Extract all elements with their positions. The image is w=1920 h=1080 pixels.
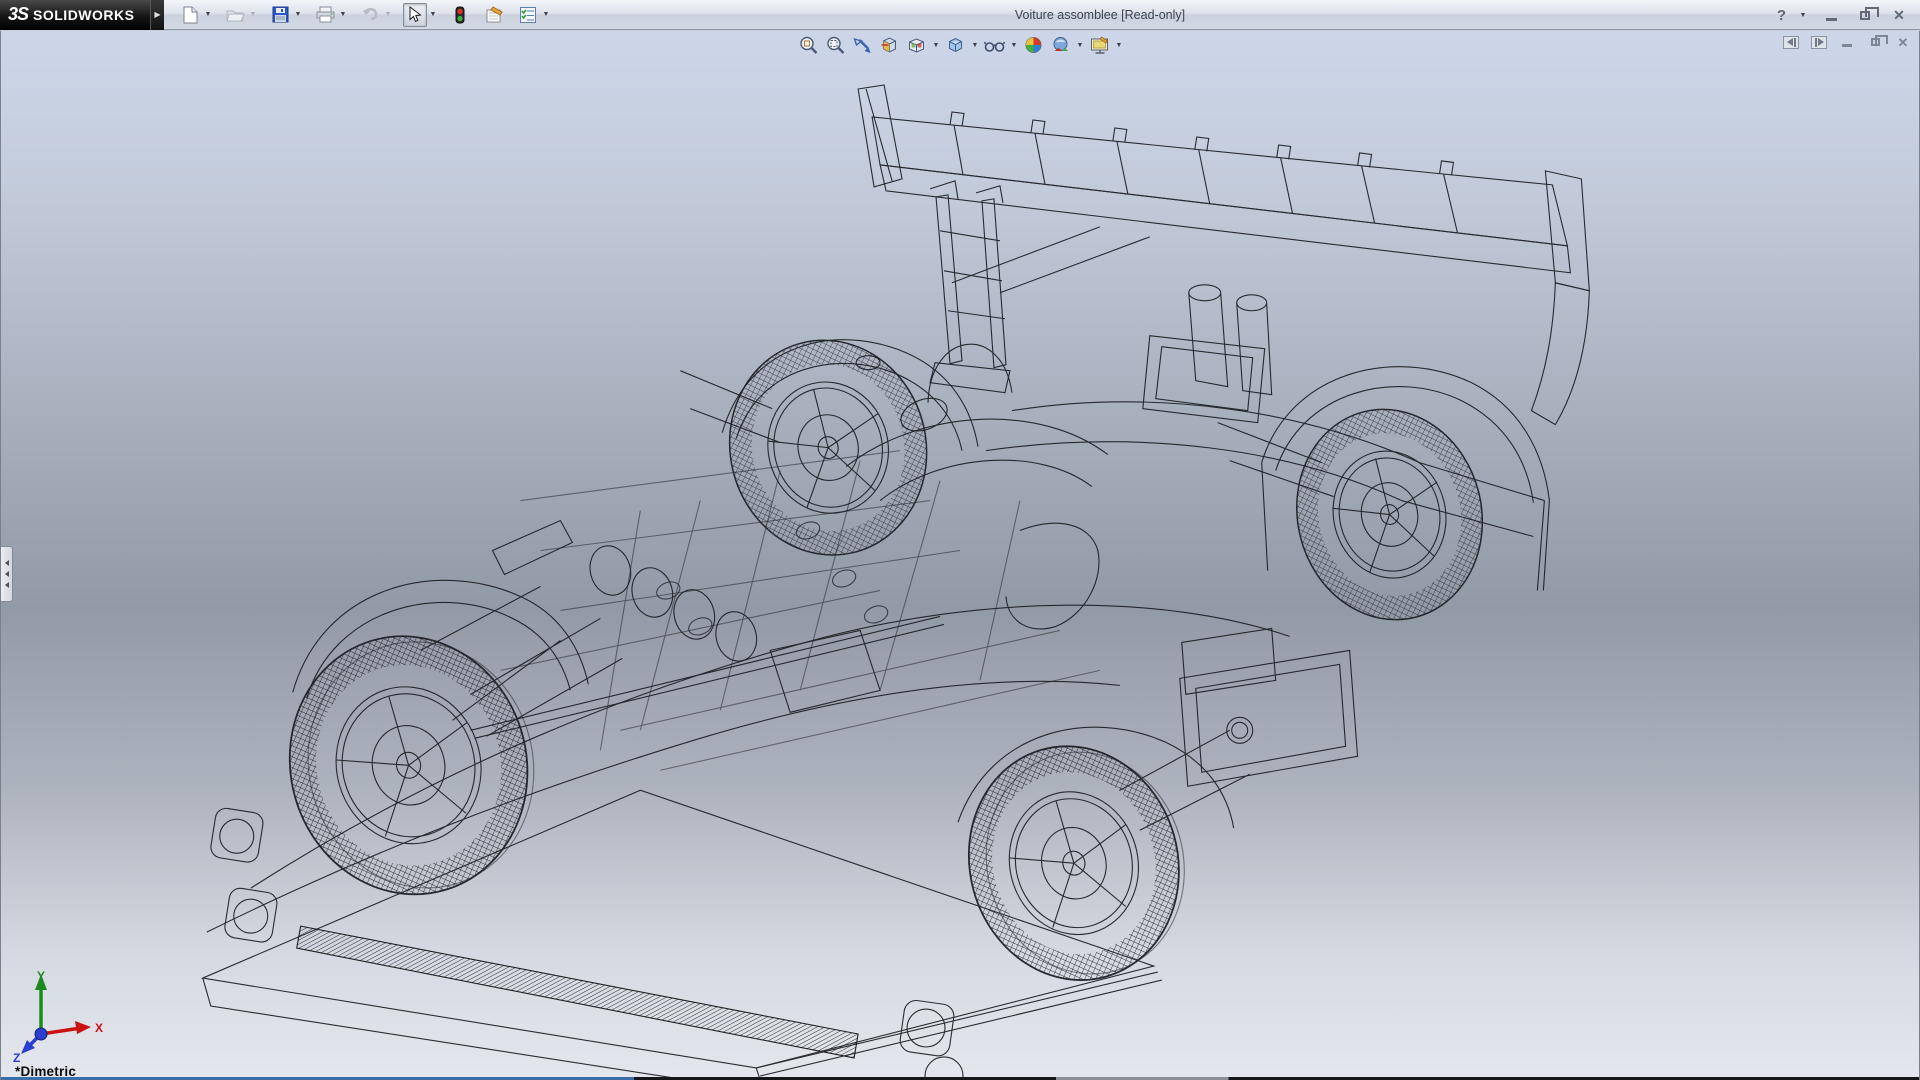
triad-x-label: X xyxy=(95,1021,103,1035)
restore-document-icon xyxy=(1871,38,1880,46)
hide-show-items-dropdown[interactable]: ▼ xyxy=(1010,42,1019,49)
brand-name: SOLIDWORKS xyxy=(33,7,134,23)
restore-icon xyxy=(1860,11,1870,20)
save-dropdown[interactable]: ▼ xyxy=(293,11,303,18)
open-folder-icon xyxy=(226,7,245,23)
collapse-panel-arrows-icon xyxy=(5,560,9,566)
next-pane-button[interactable] xyxy=(1809,34,1829,50)
open-dropdown[interactable]: ▼ xyxy=(248,11,258,18)
open-folder-button[interactable] xyxy=(223,3,247,27)
close-document-button[interactable]: ✕ xyxy=(1893,34,1913,50)
zoom-to-fit-icon xyxy=(799,35,819,55)
select-cursor-button[interactable] xyxy=(403,3,427,27)
save-button[interactable] xyxy=(268,3,292,27)
graphics-viewport[interactable]: ▼ ▼ ▼ xyxy=(0,31,1920,1080)
solidworks-window: 3S SOLIDWORKS ▶ ▼ ▼ xyxy=(0,0,1920,1080)
print-icon xyxy=(316,6,335,23)
view-orientation-icon xyxy=(907,35,927,55)
minimize-icon xyxy=(1826,18,1837,21)
undo-icon xyxy=(361,6,380,23)
feature-panel-collapse-tab[interactable] xyxy=(1,546,13,602)
zoom-to-fit-button[interactable] xyxy=(797,34,821,56)
document-window-controls: ✕ xyxy=(1781,34,1913,50)
view-settings-dropdown[interactable]: ▼ xyxy=(1115,42,1124,49)
next-pane-icon xyxy=(1811,36,1827,49)
save-icon xyxy=(272,6,289,23)
design-binder-button[interactable] xyxy=(482,3,506,27)
help-dropdown[interactable]: ▼ xyxy=(1798,12,1808,19)
orientation-triad: Y X Z xyxy=(11,968,103,1064)
headsup-view-toolbar: ▼ ▼ ▼ xyxy=(797,34,1124,56)
triad-y-label: Y xyxy=(37,969,45,983)
main-toolbar: ▼ ▼ ▼ xyxy=(178,3,551,27)
previous-pane-button[interactable] xyxy=(1781,34,1801,50)
select-cursor-icon xyxy=(408,6,422,23)
minimize-document-button[interactable] xyxy=(1837,34,1857,50)
previous-view-button[interactable] xyxy=(851,34,875,56)
undo-button[interactable] xyxy=(358,3,382,27)
print-dropdown[interactable]: ▼ xyxy=(338,11,348,18)
previous-pane-icon xyxy=(1783,36,1799,49)
help-button[interactable]: ? xyxy=(1777,7,1786,24)
minimize-button[interactable] xyxy=(1820,6,1842,24)
view-settings-button[interactable] xyxy=(1088,34,1112,56)
previous-view-icon xyxy=(853,35,873,55)
close-document-icon: ✕ xyxy=(1898,36,1909,49)
close-icon: ✕ xyxy=(1893,8,1905,22)
undo-dropdown[interactable]: ▼ xyxy=(383,11,393,18)
edit-appearance-button[interactable] xyxy=(1022,34,1046,56)
apply-scene-icon xyxy=(1051,35,1071,55)
zoom-to-area-icon xyxy=(826,35,846,55)
brand-mark: 3S xyxy=(8,4,28,25)
apply-scene-dropdown[interactable]: ▼ xyxy=(1076,42,1085,49)
hide-show-items-button[interactable] xyxy=(983,34,1007,56)
hide-show-items-icon xyxy=(984,36,1006,54)
display-style-icon xyxy=(946,35,966,55)
design-checker-icon xyxy=(519,6,537,24)
triad-z-label: Z xyxy=(13,1051,20,1064)
menu-expand-button[interactable]: ▶ xyxy=(150,0,164,30)
restore-document-button[interactable] xyxy=(1865,34,1885,50)
print-button[interactable] xyxy=(313,3,337,27)
apply-scene-button[interactable] xyxy=(1049,34,1073,56)
title-bar: 3S SOLIDWORKS ▶ ▼ ▼ xyxy=(0,0,1920,30)
design-checker-dropdown[interactable]: ▼ xyxy=(541,11,551,18)
solidworks-logo: 3S SOLIDWORKS xyxy=(0,0,150,30)
design-binder-icon xyxy=(485,6,504,24)
view-orientation-dropdown[interactable]: ▼ xyxy=(932,42,941,49)
minimize-document-icon xyxy=(1842,44,1852,47)
close-button[interactable]: ✕ xyxy=(1888,6,1910,24)
rebuild-traffic-light-icon xyxy=(455,6,465,24)
restore-button[interactable] xyxy=(1854,6,1876,24)
window-controls: ? ▼ ✕ xyxy=(1777,0,1910,30)
new-document-button[interactable] xyxy=(178,3,202,27)
new-dropdown[interactable]: ▼ xyxy=(203,11,213,18)
view-settings-icon xyxy=(1089,36,1110,55)
zoom-to-area-button[interactable] xyxy=(824,34,848,56)
view-orientation-button[interactable] xyxy=(905,34,929,56)
display-style-button[interactable] xyxy=(944,34,968,56)
new-document-icon xyxy=(182,6,199,24)
rebuild-traffic-light-button[interactable] xyxy=(448,3,472,27)
edit-appearance-icon xyxy=(1024,35,1044,55)
section-view-button[interactable] xyxy=(878,34,902,56)
section-view-icon xyxy=(880,35,900,55)
select-dropdown[interactable]: ▼ xyxy=(428,11,438,18)
display-style-dropdown[interactable]: ▼ xyxy=(971,42,980,49)
design-checker-button[interactable] xyxy=(516,3,540,27)
model-wireframe-race-car[interactable] xyxy=(1,31,1919,1080)
